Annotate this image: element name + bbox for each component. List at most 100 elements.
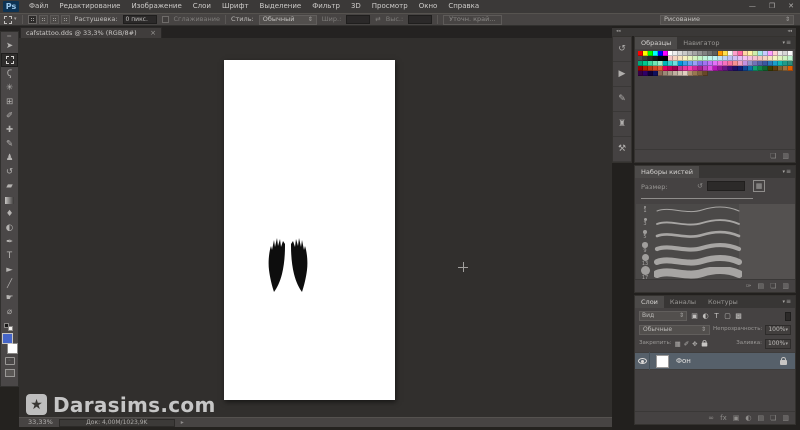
lasso-tool[interactable]: Ϛ: [1, 67, 18, 81]
height-input[interactable]: [408, 15, 433, 24]
tab-Контуры[interactable]: Контуры: [702, 296, 744, 308]
document-tab[interactable]: cafstattoo.dds @ 33,3% (RGB/8#) ×: [20, 27, 162, 38]
swatch[interactable]: [788, 66, 793, 71]
brush-preset-row[interactable]: 3: [636, 217, 795, 230]
panel-menu-icon[interactable]: ▾ ≡: [782, 296, 795, 308]
brush-preset-row[interactable]: 5: [636, 229, 795, 242]
layer-visibility-cell[interactable]: [635, 352, 650, 370]
menu-item-Шрифт[interactable]: Шрифт: [221, 2, 250, 11]
clone-stamp-tool[interactable]: ♟: [1, 151, 18, 165]
quick-mask-icon[interactable]: ◦: [4, 357, 15, 365]
menu-item-Справка[interactable]: Справка: [447, 2, 480, 11]
close-button[interactable]: ✕: [788, 3, 794, 10]
actions-panel-icon[interactable]: ▶: [613, 62, 631, 87]
width-input[interactable]: [346, 15, 371, 24]
new-swatch-icon[interactable]: ❏: [770, 152, 776, 160]
eyedropper-tool[interactable]: ✐: [1, 109, 18, 123]
tab-close-icon[interactable]: ×: [150, 29, 156, 37]
quick-selection-tool[interactable]: ✳: [1, 81, 18, 95]
reset-icon[interactable]: ↺: [697, 183, 703, 190]
menu-item-Редактирование[interactable]: Редактирование: [58, 2, 121, 11]
clone-source-panel-icon[interactable]: ♜: [613, 112, 631, 137]
tool-preset-picker[interactable]: ▾: [4, 15, 17, 24]
delete-layer-icon[interactable]: ▥: [782, 414, 789, 422]
history-brush-tool[interactable]: ↺: [1, 165, 18, 179]
blur-tool[interactable]: ♦: [1, 207, 18, 221]
tab-brush-presets[interactable]: Наборы кистей: [635, 166, 699, 178]
lock-move-icon[interactable]: ✥: [692, 341, 697, 348]
refine-edge-button[interactable]: Уточн. край...: [443, 14, 502, 25]
filter-shape-layers-icon[interactable]: ▢: [723, 312, 732, 320]
brush-preset-row[interactable]: 1: [636, 204, 795, 217]
layer-mask-icon[interactable]: ▣: [733, 414, 740, 422]
tab-Каналы[interactable]: Каналы: [664, 296, 702, 308]
menu-item-Просмотр[interactable]: Просмотр: [371, 2, 409, 11]
collapse-panels-icon[interactable]: ◂◂: [787, 29, 792, 35]
type-tool[interactable]: T: [1, 249, 18, 263]
path-selection-tool[interactable]: ►: [1, 263, 18, 277]
zoom-tool[interactable]: ⌀: [1, 305, 18, 319]
filter-adjustment-layers-icon[interactable]: ◐: [701, 312, 710, 320]
subtract-from-selection-mode[interactable]: [49, 15, 59, 24]
layer-filter-select[interactable]: Вид ⇕: [639, 311, 687, 321]
layer-row-background[interactable]: Фон: [635, 352, 795, 370]
collapse-panels-icon[interactable]: ◂◂: [616, 29, 621, 35]
layer-effects-icon[interactable]: fx: [720, 414, 727, 422]
tab-Слои[interactable]: Слои: [635, 296, 664, 308]
link-layers-icon[interactable]: ∞: [708, 414, 714, 422]
toolbar-collapse-icon[interactable]: ▸▸: [7, 32, 11, 39]
eraser-tool[interactable]: ▰: [1, 179, 18, 193]
delete-swatch-icon[interactable]: ▥: [782, 152, 789, 160]
menu-item-3D[interactable]: 3D: [350, 2, 362, 11]
swap-dimensions-icon[interactable]: ⇄: [375, 16, 380, 23]
antialias-checkbox[interactable]: [161, 16, 169, 23]
menu-item-Окно[interactable]: Окно: [418, 2, 439, 11]
tab-Образцы[interactable]: Образцы: [635, 37, 678, 49]
lock-transparency-icon[interactable]: ▦: [675, 341, 681, 348]
brush-stroke-icon[interactable]: ✑: [746, 282, 752, 290]
filter-type-layers-icon[interactable]: T: [712, 312, 721, 320]
panel-menu-icon[interactable]: ▾ ≡: [782, 37, 795, 49]
lock-paint-icon[interactable]: ✐: [684, 341, 689, 348]
history-panel-icon[interactable]: ↺: [613, 37, 631, 62]
dodge-tool[interactable]: ◐: [1, 221, 18, 235]
brush-preset-row[interactable]: 9: [636, 242, 795, 255]
lock-all-icon[interactable]: [701, 339, 707, 346]
intersect-selection-mode[interactable]: [60, 15, 70, 24]
screen-mode-icon[interactable]: [4, 369, 15, 377]
filter-smart-objects-icon[interactable]: ▩: [734, 312, 743, 320]
brush-preset-row[interactable]: 17: [636, 265, 795, 280]
crop-tool[interactable]: ⊞: [1, 95, 18, 109]
minimize-button[interactable]: —: [749, 3, 756, 10]
fill-input[interactable]: 100% ▾: [765, 339, 791, 349]
style-select[interactable]: Обычный ⇕: [258, 14, 317, 25]
panel-menu-icon[interactable]: ▾ ≡: [782, 166, 795, 178]
zoom-level[interactable]: 33,33%: [28, 419, 53, 426]
workspace-select[interactable]: Рисование ⇕: [660, 14, 794, 25]
new-selection-mode[interactable]: [27, 15, 37, 24]
adjustment-layer-icon[interactable]: ◐: [745, 414, 751, 422]
menu-item-Файл[interactable]: Файл: [28, 2, 49, 11]
filter-pixel-layers-icon[interactable]: ▣: [690, 312, 699, 320]
brush-panel-icon[interactable]: ✎: [613, 87, 631, 112]
document-canvas[interactable]: [224, 60, 395, 400]
opacity-input[interactable]: 100% ▾: [765, 325, 791, 335]
document-info-field[interactable]: Док: 4,00M/1023,9K: [58, 418, 175, 427]
blend-mode-select[interactable]: Обычные ⇕: [639, 325, 711, 335]
open-preset-manager-icon[interactable]: ▤: [757, 282, 764, 290]
default-colors-icon[interactable]: [4, 323, 13, 331]
gradient-tool[interactable]: [1, 193, 18, 207]
delete-brush-icon[interactable]: ▥: [782, 282, 789, 290]
new-brush-icon[interactable]: ❏: [770, 282, 776, 290]
foreground-color-swatch[interactable]: [1, 333, 13, 344]
layer-thumbnail[interactable]: [656, 354, 669, 368]
menu-item-Фильтр[interactable]: Фильтр: [311, 2, 341, 11]
menu-item-Слои[interactable]: Слои: [192, 2, 212, 11]
brush-preset-row[interactable]: 13: [636, 254, 795, 267]
pen-tool[interactable]: ✒: [1, 235, 18, 249]
tool-presets-panel-icon[interactable]: ⚒: [613, 137, 631, 162]
menu-item-Изображение[interactable]: Изображение: [130, 2, 182, 11]
move-tool[interactable]: ➤: [1, 39, 18, 53]
brush-tool[interactable]: ✎: [1, 137, 18, 151]
brush-size-input[interactable]: [707, 181, 745, 191]
